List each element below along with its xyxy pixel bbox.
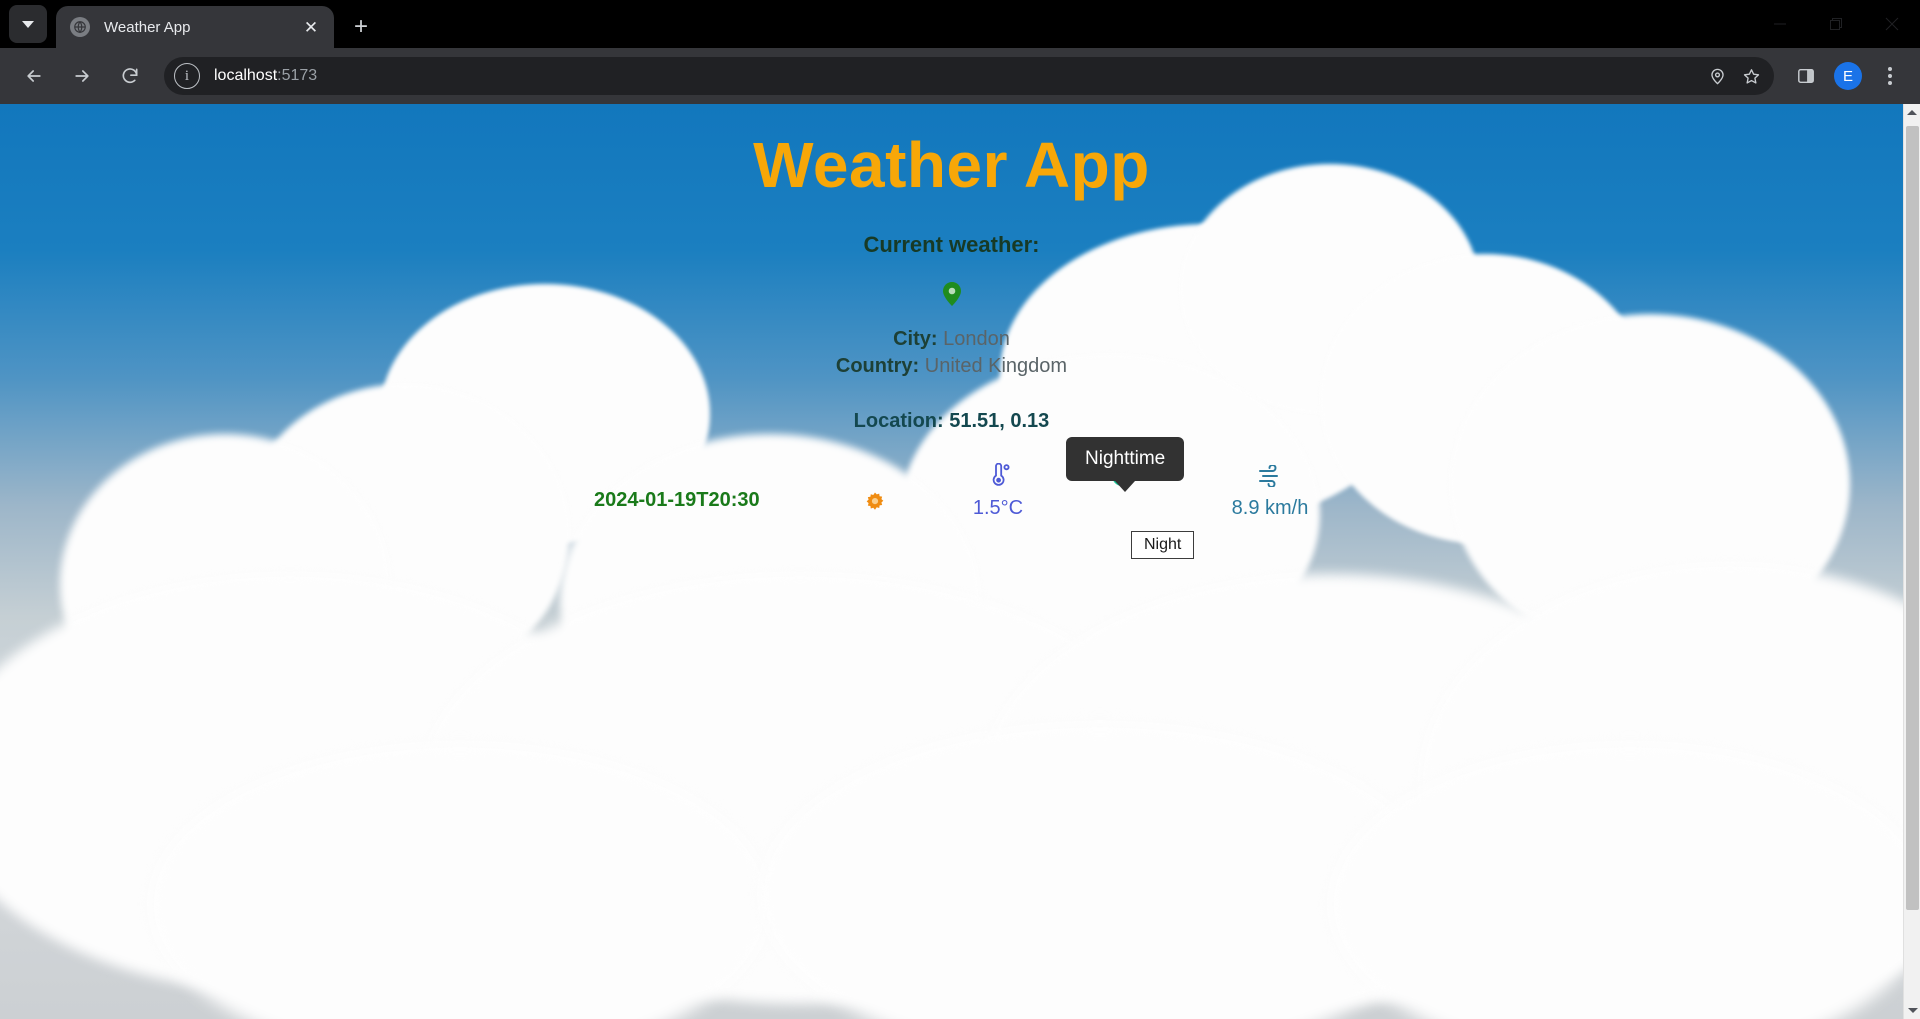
field-country-value: United Kingdom bbox=[924, 355, 1068, 378]
weather-app-page: Weather App Current weather: City: Londo… bbox=[0, 104, 1903, 1019]
metric-timestamp: 2024-01-19T20:30 bbox=[594, 489, 760, 512]
field-country-label: Country: bbox=[835, 355, 920, 378]
native-title-tooltip: Night bbox=[1131, 531, 1195, 560]
address-bar[interactable]: i localhost:5173 bbox=[164, 57, 1774, 95]
nighttime-tooltip: Nighttime bbox=[1066, 437, 1185, 482]
window-close-icon[interactable] bbox=[1864, 0, 1920, 48]
metric-temperature: 1.5°C bbox=[963, 459, 1033, 520]
wind-icon bbox=[1225, 459, 1315, 493]
metrics-row: 2024-01-19T20:30 1.5°C 8.9 km/h Nighttim… bbox=[0, 437, 1903, 579]
field-city: City: London bbox=[0, 328, 1903, 351]
url-port: :5173 bbox=[277, 67, 318, 84]
tab-title: Weather App bbox=[104, 18, 191, 36]
metric-sun bbox=[845, 485, 905, 519]
browser-window: Weather App ✕ + i localhost:5173 E Weath… bbox=[0, 0, 1920, 1019]
temperature-value: 1.5°C bbox=[972, 497, 1024, 520]
window-controls bbox=[1752, 0, 1920, 48]
url-host: localhost bbox=[214, 67, 278, 84]
vertical-scrollbar[interactable] bbox=[1903, 104, 1920, 1019]
browser-toolbar: i localhost:5173 E bbox=[0, 48, 1920, 104]
profile-initial: E bbox=[1834, 62, 1862, 90]
title-bar: Weather App ✕ + bbox=[0, 0, 1920, 48]
maximize-icon[interactable] bbox=[1808, 0, 1864, 48]
wind-value: 8.9 km/h bbox=[1231, 497, 1309, 520]
map-pin-icon bbox=[942, 282, 961, 307]
section-label: Current weather: bbox=[863, 232, 1040, 258]
tab-search-area bbox=[0, 0, 56, 48]
chevron-down-icon bbox=[22, 20, 34, 28]
thermometer-icon bbox=[963, 459, 1033, 493]
new-tab-button[interactable]: + bbox=[340, 6, 382, 48]
star-icon[interactable] bbox=[1734, 59, 1768, 93]
arrow-left-icon[interactable] bbox=[14, 56, 54, 96]
info-circle-icon[interactable]: i bbox=[174, 63, 200, 89]
chevron-down-icon bbox=[1907, 1008, 1918, 1013]
field-city-label: City: bbox=[893, 328, 938, 351]
location-pin-row bbox=[0, 282, 1903, 308]
page-title: Weather App bbox=[753, 129, 1150, 201]
kebab-menu-icon[interactable] bbox=[1870, 56, 1910, 96]
minimize-icon[interactable] bbox=[1752, 0, 1808, 48]
scrollbar-thumb[interactable] bbox=[1906, 126, 1919, 910]
omnibox-actions bbox=[1700, 59, 1768, 93]
metric-wind: 8.9 km/h bbox=[1225, 459, 1315, 520]
weather-content: Weather App Current weather: City: Londo… bbox=[0, 104, 1903, 579]
field-country: Country: United Kingdom bbox=[0, 355, 1903, 378]
avatar[interactable]: E bbox=[1828, 56, 1868, 96]
tab-list-button[interactable] bbox=[9, 5, 47, 43]
coordinates-line: Location: 51.51, 0.13 bbox=[853, 410, 1050, 433]
page-viewport: Weather App Current weather: City: Londo… bbox=[0, 104, 1920, 1019]
reload-icon[interactable] bbox=[110, 56, 150, 96]
scroll-up-button[interactable] bbox=[1904, 104, 1920, 121]
arrow-right-icon[interactable] bbox=[62, 56, 102, 96]
sun-icon bbox=[845, 485, 905, 519]
url-text: localhost:5173 bbox=[214, 67, 317, 85]
chevron-up-icon bbox=[1907, 110, 1917, 115]
scroll-down-button[interactable] bbox=[1904, 1002, 1920, 1019]
browser-tab[interactable]: Weather App ✕ bbox=[56, 6, 334, 48]
globe-icon bbox=[70, 17, 90, 37]
side-panel-icon[interactable] bbox=[1786, 56, 1826, 96]
close-icon[interactable]: ✕ bbox=[300, 16, 322, 38]
location-pin-icon[interactable] bbox=[1700, 59, 1734, 93]
field-city-value: London bbox=[943, 328, 1010, 351]
